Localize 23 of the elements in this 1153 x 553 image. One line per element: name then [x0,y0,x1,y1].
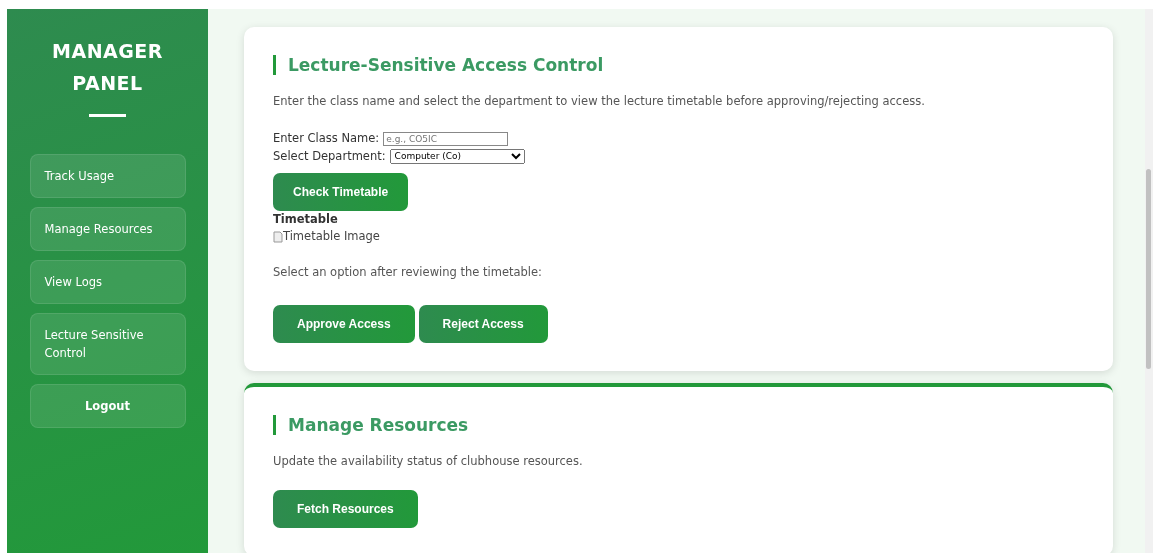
action-button[interactable]: Approve Access [273,304,415,343]
sidebar-nav-item[interactable]: Manage Resources [29,207,186,251]
action-button[interactable]: Fetch Resources [273,490,418,529]
sidebar-nav-item[interactable]: Lecture Sensitive Control [29,313,186,375]
section-description: Enter the class name and select the department to view the lecture timetable before approving/rejecting access. [273,93,926,110]
field-label: Enter Class Name: [273,130,380,148]
check-timetable-button[interactable]: Check Timetable [273,172,409,211]
department-select[interactable]: Computer (Co) [389,148,525,164]
section-title: Lecture-Sensitive Access Control [273,55,1084,75]
logout-button[interactable]: Logout [29,384,186,428]
timetable-heading: Timetable [273,210,339,228]
sidebar-title: MANAGER PANEL [51,39,164,96]
prompt-text: Select an option after reviewing the timetable: [273,263,543,281]
class-name-input[interactable]: e.g., CO5IC [383,131,509,146]
image-alt-text: Timetable Image [283,228,380,245]
scrollbar-thumb[interactable] [1146,169,1151,369]
sidebar-nav-item[interactable]: Track Usage [29,154,186,198]
broken-image-icon [273,230,283,243]
sidebar-nav-item[interactable]: View Logs [29,260,186,304]
field-label: Select Department: [273,147,386,165]
section-description: Update the availability status of clubhouse resources. [273,452,584,470]
action-button[interactable]: Reject Access [418,304,548,343]
section-title: Manage Resources [273,414,1084,435]
